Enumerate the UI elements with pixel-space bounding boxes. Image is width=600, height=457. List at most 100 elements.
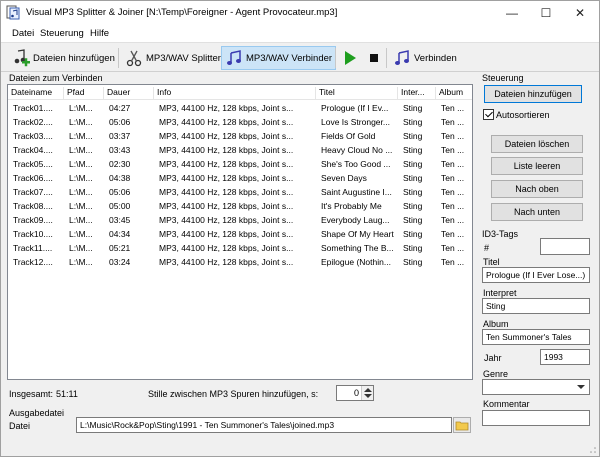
album-cell: Ten ...: [441, 243, 465, 253]
title-cell: Prologue (If I Ev...: [321, 103, 389, 113]
column-header-duration[interactable]: Dauer: [104, 87, 154, 100]
toolbar-separator: [118, 48, 119, 68]
album-cell: Ten ...: [441, 201, 465, 211]
id3-group-label: ID3-Tags: [482, 229, 519, 239]
menu-bar: Datei Steuerung Hilfe: [1, 25, 599, 43]
info-cell: MP3, 44100 Hz, 128 kbps, Joint s...: [159, 201, 294, 211]
title-cell: It's Probably Me: [321, 201, 382, 211]
table-row[interactable]: Track08.... L:\M... 05:00 MP3, 44100 Hz, 12…: [8, 199, 472, 213]
comment-field[interactable]: [482, 410, 590, 426]
join-button[interactable]: Verbinden: [390, 46, 460, 70]
filename-cell: Track03....: [13, 131, 53, 141]
table-row[interactable]: Track12.... L:\M... 03:24 MP3, 44100 Hz, 12…: [8, 255, 472, 269]
artist-label: Interpret: [483, 288, 517, 298]
table-row[interactable]: Track04.... L:\M... 03:43 MP3, 44100 Hz, 12…: [8, 143, 472, 157]
artist-cell: Sting: [403, 187, 423, 197]
filename-cell: Track09....: [13, 215, 53, 225]
spin-arrows[interactable]: [361, 386, 373, 400]
minimize-button[interactable]: —: [495, 1, 529, 25]
spin-up-icon[interactable]: [364, 388, 372, 392]
clear-list-button[interactable]: Liste leeren: [491, 157, 583, 175]
genre-select[interactable]: [482, 379, 590, 395]
info-cell: MP3, 44100 Hz, 128 kbps, Joint s...: [159, 173, 294, 183]
album-cell: Ten ...: [441, 103, 465, 113]
column-header-artist[interactable]: Inter...: [398, 87, 436, 100]
column-header-album[interactable]: Album: [436, 87, 472, 100]
add-files-button[interactable]: Dateien hinzufügen: [484, 85, 582, 103]
duration-cell: 04:27: [109, 103, 131, 113]
table-row[interactable]: Track05.... L:\M... 02:30 MP3, 44100 Hz, 12…: [8, 157, 472, 171]
album-cell: Ten ...: [441, 117, 465, 127]
maximize-button[interactable]: ☐: [529, 1, 563, 25]
info-cell: MP3, 44100 Hz, 128 kbps, Joint s...: [159, 103, 294, 113]
filename-cell: Track01....: [13, 103, 53, 113]
artist-cell: Sting: [403, 243, 423, 253]
file-list[interactable]: Dateiname Pfad Dauer Info Titel Inter...…: [7, 84, 473, 380]
artist-cell: Sting: [403, 103, 423, 113]
table-row[interactable]: Track06.... L:\M... 04:38 MP3, 44100 Hz, 12…: [8, 171, 472, 185]
table-row[interactable]: Track11.... L:\M... 05:21 MP3, 44100 Hz, 12…: [8, 241, 472, 255]
resize-grip-icon[interactable]: [589, 446, 597, 454]
table-row[interactable]: Track02.... L:\M... 05:06 MP3, 44100 Hz, 12…: [8, 115, 472, 129]
close-button[interactable]: ✕: [563, 1, 597, 25]
spin-down-icon[interactable]: [364, 394, 372, 398]
table-row[interactable]: Track01.... L:\M... 04:27 MP3, 44100 Hz, 12…: [8, 101, 472, 115]
title-cell: Seven Days: [321, 173, 367, 183]
column-header-filename[interactable]: Dateiname: [8, 87, 64, 100]
join-label: Verbinden: [414, 52, 457, 64]
year-field[interactable]: 1993: [540, 349, 590, 365]
table-row[interactable]: Track10.... L:\M... 04:34 MP3, 44100 Hz, 12…: [8, 227, 472, 241]
title-cell: Love Is Stronger...: [321, 117, 390, 127]
path-cell: L:\M...: [69, 229, 93, 239]
artist-cell: Sting: [403, 173, 423, 183]
table-row[interactable]: Track07.... L:\M... 05:06 MP3, 44100 Hz, 12…: [8, 185, 472, 199]
filename-cell: Track07....: [13, 187, 53, 197]
autosort-checkbox[interactable]: [483, 109, 494, 120]
move-down-button[interactable]: Nach unten: [491, 203, 583, 221]
artist-cell: Sting: [403, 117, 423, 127]
duration-cell: 03:24: [109, 257, 131, 267]
control-group-label: Steuerung: [482, 73, 524, 83]
splitter-toolbar-button[interactable]: MP3/WAV Splitter: [122, 46, 224, 70]
path-cell: L:\M...: [69, 145, 93, 155]
browse-folder-button[interactable]: [453, 417, 471, 433]
play-icon: [345, 51, 356, 65]
autosort-label: Autosortieren: [496, 110, 550, 120]
stop-button[interactable]: [362, 46, 386, 70]
column-header-info[interactable]: Info: [154, 87, 316, 100]
table-row[interactable]: Track09.... L:\M... 03:45 MP3, 44100 Hz, 12…: [8, 213, 472, 227]
joiner-label: MP3/WAV Verbinder: [246, 52, 333, 64]
delete-files-button[interactable]: Dateien löschen: [491, 135, 583, 153]
menu-steuerung[interactable]: Steuerung: [40, 28, 84, 39]
path-cell: L:\M...: [69, 131, 93, 141]
album-cell: Ten ...: [441, 187, 465, 197]
artist-cell: Sting: [403, 131, 423, 141]
info-cell: MP3, 44100 Hz, 128 kbps, Joint s...: [159, 145, 294, 155]
add-files-toolbar-button[interactable]: Dateien hinzufügen: [9, 46, 118, 70]
album-cell: Ten ...: [441, 173, 465, 183]
info-cell: MP3, 44100 Hz, 128 kbps, Joint s...: [159, 257, 294, 267]
play-button[interactable]: [338, 46, 362, 70]
track-number-field[interactable]: [540, 238, 590, 255]
app-icon: [6, 5, 20, 20]
column-header-path[interactable]: Pfad: [64, 87, 104, 100]
album-cell: Ten ...: [441, 229, 465, 239]
info-cell: MP3, 44100 Hz, 128 kbps, Joint s...: [159, 243, 294, 253]
joiner-toolbar-button[interactable]: MP3/WAV Verbinder: [221, 46, 337, 70]
artist-cell: Sting: [403, 145, 423, 155]
menu-datei[interactable]: Datei: [12, 28, 34, 39]
table-row[interactable]: Track03.... L:\M... 03:37 MP3, 44100 Hz, 12…: [8, 129, 472, 143]
album-field[interactable]: Ten Summoner's Tales: [482, 329, 590, 345]
artist-field[interactable]: Sting: [482, 298, 590, 314]
column-header-title[interactable]: Titel: [316, 87, 398, 100]
title-field[interactable]: Prologue (If I Ever Lose...): [482, 267, 590, 283]
menu-hilfe[interactable]: Hilfe: [90, 28, 109, 39]
silence-spinbox[interactable]: 0: [336, 385, 374, 401]
silence-value: 0: [353, 388, 359, 398]
move-up-button[interactable]: Nach oben: [491, 180, 583, 198]
artist-cell: Sting: [403, 201, 423, 211]
silence-label: Stille zwischen MP3 Spuren hinzufügen, s…: [148, 389, 319, 399]
output-file-field[interactable]: L:\Music\Rock&Pop\Sting\1991 - Ten Summo…: [76, 417, 452, 433]
output-file-label: Datei: [9, 421, 31, 431]
filename-cell: Track12....: [13, 257, 53, 267]
